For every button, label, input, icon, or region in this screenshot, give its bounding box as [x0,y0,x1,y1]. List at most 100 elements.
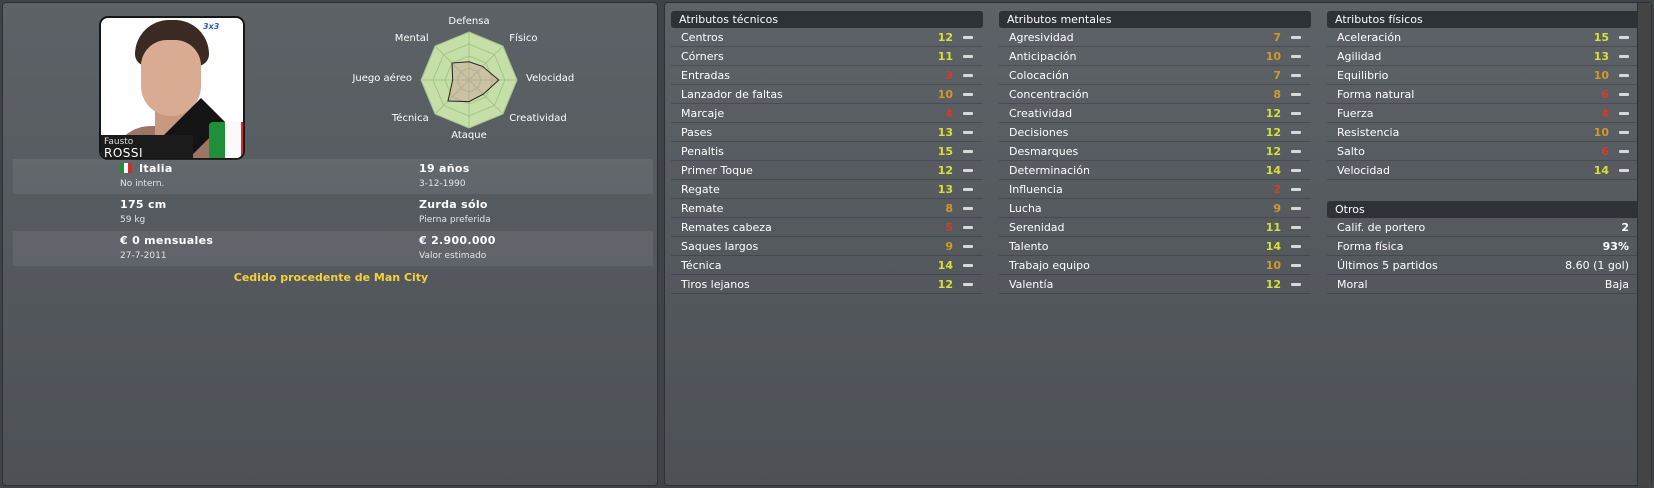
attribute-row[interactable]: Decisiones 12 [999,123,1311,142]
trend-flat-icon [1291,93,1301,96]
trend-flat-icon [1619,112,1629,115]
attribute-row[interactable]: Resistencia 10 [1327,123,1639,142]
attribute-name: Serenidad [1009,221,1065,234]
italy-flag-icon [209,122,243,158]
physique-foot-row: 175 cm 59 kg Zurda sólo Pierna preferida [13,195,653,230]
attribute-row[interactable]: Córners 11 [671,47,983,66]
attribute-row[interactable]: Penaltis 15 [671,142,983,161]
trend-flat-icon [1291,150,1301,153]
attribute-row[interactable]: Remates cabeza 5 [671,218,983,237]
attribute-value: 10 [937,88,953,101]
attribute-row[interactable]: Remate 8 [671,199,983,218]
radar-label: Juego aéreo [352,73,412,84]
attribute-value: 7 [1273,69,1281,82]
attribute-value: 15 [937,145,953,158]
attribute-row[interactable]: Aceleración 15 [1327,28,1639,47]
attribute-row[interactable]: Valentía 12 [999,275,1311,294]
attribute-row[interactable]: Lucha 9 [999,199,1311,218]
trend-flat-icon [963,264,973,267]
attribute-name: Pases [681,126,713,139]
attribute-name: Equilibrio [1337,69,1389,82]
attribute-name: Velocidad [1337,164,1391,177]
attribute-row[interactable]: Serenidad 11 [999,218,1311,237]
attribute-value: 8 [945,202,953,215]
trend-flat-icon [963,36,973,39]
trend-flat-icon [963,188,973,191]
attribute-row[interactable]: Creatividad 12 [999,104,1311,123]
attribute-name: Talento [1009,240,1049,253]
others-header: Otros [1327,201,1639,218]
attribute-name: Trabajo equipo [1009,259,1090,272]
birth-date: 3-12-1990 [419,179,466,189]
attribute-row[interactable]: Agresividad 7 [999,28,1311,47]
trend-flat-icon [1291,112,1301,115]
attribute-name: Influencia [1009,183,1063,196]
attribute-name: Centros [681,31,724,44]
trend-flat-icon [963,112,973,115]
attribute-row[interactable]: Talento 14 [999,237,1311,256]
attribute-value: 14 [1265,240,1281,253]
radar-label: Ataque [451,130,487,141]
trend-flat-icon [1291,207,1301,210]
attribute-value: 6 [1601,145,1609,158]
attribute-row[interactable]: Salto 6 [1327,142,1639,161]
attribute-value: 11 [1265,221,1281,234]
attribute-row[interactable]: Velocidad 14 [1327,161,1639,180]
attribute-row[interactable]: Forma natural 6 [1327,85,1639,104]
attribute-row[interactable]: Agilidad 13 [1327,47,1639,66]
attribute-name: Córners [681,50,724,63]
attribute-row[interactable]: Colocación 7 [999,66,1311,85]
trend-flat-icon [963,93,973,96]
attribute-value: 9 [1273,202,1281,215]
attribute-row[interactable]: Primer Toque 12 [671,161,983,180]
attribute-row[interactable]: Marcaje 4 [671,104,983,123]
attribute-row[interactable]: Técnica 14 [671,256,983,275]
attribute-value: 12 [1265,107,1281,120]
attribute-name: Saques largos [681,240,759,253]
radar-label: Creatividad [509,113,567,125]
trend-flat-icon [1619,74,1629,77]
attribute-row[interactable]: Determinación 14 [999,161,1311,180]
attribute-value: 13 [937,126,953,139]
nationality-age-row: Italia No intern. 19 años 3-12-1990 [13,159,653,194]
attribute-row[interactable]: Trabajo equipo 10 [999,256,1311,275]
age: 19 años [419,162,470,175]
vertical-scrollbar[interactable] [1637,3,1651,487]
attribute-row[interactable]: Regate 13 [671,180,983,199]
attribute-row[interactable]: Equilibrio 10 [1327,66,1639,85]
attribute-name: Determinación [1009,164,1090,177]
nationality: Italia [139,162,173,175]
attribute-row[interactable]: Fuerza 4 [1327,104,1639,123]
attribute-name: Desmarques [1009,145,1079,158]
attribute-row[interactable]: Lanzador de faltas 10 [671,85,983,104]
attribute-row[interactable]: Desmarques 12 [999,142,1311,161]
radar-label: Físico [509,32,538,44]
other-info-row: Forma física 93% [1327,237,1639,256]
trend-flat-icon [1619,36,1629,39]
attribute-name: Penaltis [681,145,724,158]
technical-attributes: Atributos técnicos Centros 12 Córners 11 Ent… [671,11,983,294]
attribute-row[interactable]: Entradas 3 [671,66,983,85]
attribute-name: Anticipación [1009,50,1077,63]
attribute-value: 14 [937,259,953,272]
attribute-value: 10 [1265,50,1281,63]
technical-header: Atributos técnicos [671,11,983,28]
attribute-row[interactable]: Concentración 8 [999,85,1311,104]
physical-header: Atributos físicos [1327,11,1639,28]
player-profile-panel: 3x3 Fausto ROSSI Defensa Físico Velocidad C… [2,2,658,486]
attribute-row[interactable]: Saques largos 9 [671,237,983,256]
attribute-row[interactable]: Centros 12 [671,28,983,47]
attribute-row[interactable]: Influencia 2 [999,180,1311,199]
trend-flat-icon [963,283,973,286]
attribute-value: 2 [1273,183,1281,196]
attribute-row[interactable]: Pases 13 [671,123,983,142]
radar-label: Velocidad [526,73,575,84]
attribute-value: 12 [1265,278,1281,291]
preferred-foot-label: Pierna preferida [419,215,491,225]
wage: € 0 mensuales [120,234,214,247]
attribute-row[interactable]: Tiros lejanos 12 [671,275,983,294]
attribute-row[interactable]: Anticipación 10 [999,47,1311,66]
other-info-value: 93% [1602,240,1629,253]
nation-flag-icon [120,163,132,173]
attribute-value: 11 [937,50,953,63]
